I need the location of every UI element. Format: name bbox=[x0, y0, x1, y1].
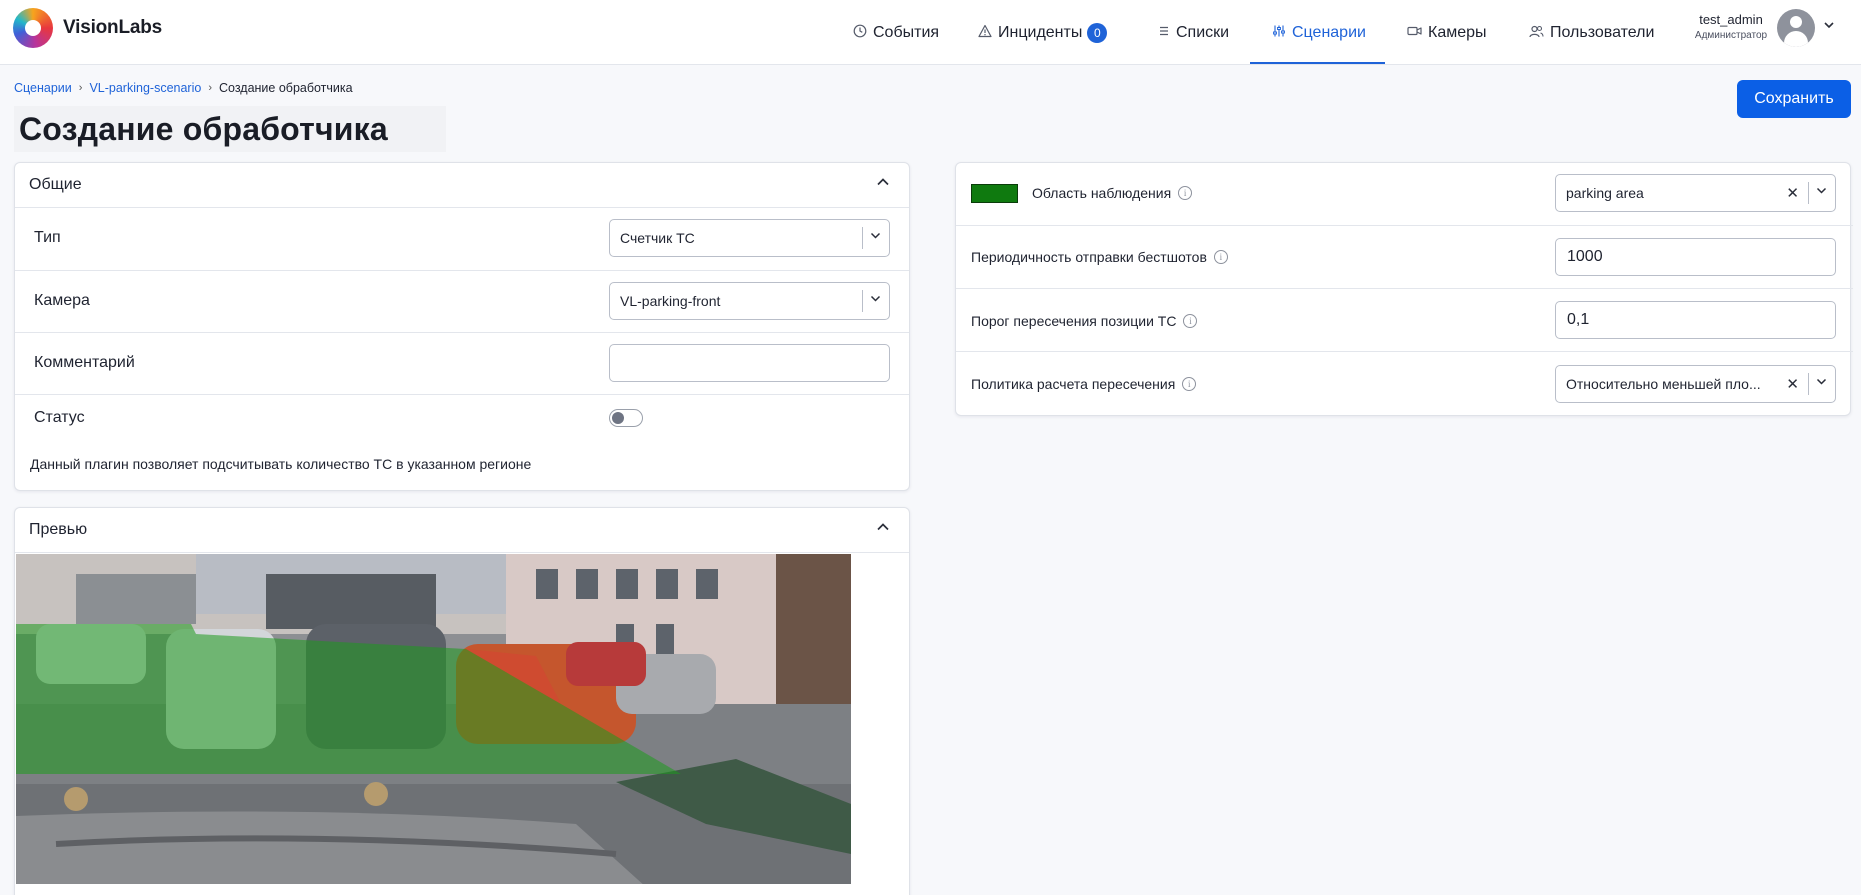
chevron-right-icon: › bbox=[78, 82, 83, 94]
general-card-header[interactable]: Общие bbox=[15, 163, 909, 208]
camera-select-value: VL-parking-front bbox=[620, 293, 721, 309]
user-name: test_admin bbox=[1699, 12, 1763, 27]
user-info[interactable]: test_admin Администратор bbox=[1683, 12, 1779, 41]
type-select[interactable]: Счетчик ТС bbox=[609, 219, 890, 257]
zone-row: Область наблюдения i parking area ✕ bbox=[956, 163, 1853, 226]
clear-icon[interactable]: ✕ bbox=[1786, 184, 1799, 202]
preview-card-title: Превью bbox=[29, 521, 88, 538]
zone-select-value: parking area bbox=[1566, 185, 1644, 201]
clock-icon bbox=[853, 24, 867, 41]
nav-item-events[interactable]: События bbox=[853, 0, 939, 65]
parking-lot-scene bbox=[16, 554, 851, 884]
chevron-down-icon[interactable] bbox=[1815, 375, 1828, 391]
nav-item-scenarios[interactable]: Сценарии bbox=[1272, 0, 1366, 65]
camera-preview-image[interactable] bbox=[16, 554, 851, 884]
bestshot-row: Периодичность отправки бестшотов i 1000 bbox=[956, 226, 1853, 289]
nav-item-label: Инциденты bbox=[998, 23, 1083, 41]
general-card: Общие Тип Счетчик ТС Камера VL-parking-f… bbox=[14, 162, 910, 491]
info-icon[interactable]: i bbox=[1178, 186, 1193, 200]
breadcrumb-link-scenario[interactable]: VL-parking-scenario bbox=[89, 81, 201, 95]
preview-card: Превью bbox=[14, 507, 910, 895]
nav-item-label: Камеры bbox=[1428, 23, 1487, 41]
policy-label: Политика расчета пересечения bbox=[971, 376, 1176, 392]
avatar[interactable] bbox=[1777, 9, 1815, 47]
page-title: Создание обработчика bbox=[14, 106, 446, 152]
comment-row: Комментарий bbox=[15, 333, 909, 395]
nav-item-label: События bbox=[873, 23, 940, 41]
camera-row: Камера VL-parking-front bbox=[15, 271, 909, 333]
info-icon[interactable]: i bbox=[1213, 250, 1228, 264]
comment-input[interactable] bbox=[609, 344, 890, 382]
bestshot-label: Периодичность отправки бестшотов bbox=[971, 249, 1207, 265]
status-row: Статус bbox=[15, 395, 909, 491]
chevron-up-icon[interactable] bbox=[875, 174, 891, 195]
chevron-down-icon[interactable] bbox=[1815, 184, 1828, 200]
plugin-description: Данный плагин позволяет подсчитывать кол… bbox=[30, 456, 532, 472]
user-role: Администратор bbox=[1694, 30, 1768, 41]
preview-card-header[interactable]: Превью bbox=[15, 508, 909, 553]
list-icon bbox=[1158, 25, 1170, 40]
visionlabs-logo-icon bbox=[13, 8, 53, 48]
brand-name: VisionLabs bbox=[63, 17, 163, 38]
type-row: Тип Счетчик ТС bbox=[15, 208, 909, 271]
status-label: Статус bbox=[34, 409, 85, 426]
active-tab-indicator bbox=[1250, 62, 1385, 64]
chevron-down-icon[interactable] bbox=[869, 229, 882, 245]
nav-item-label: Сценарии bbox=[1292, 23, 1366, 41]
breadcrumb-link-scenarios[interactable]: Сценарии bbox=[14, 81, 72, 95]
policy-row: Политика расчета пересечения i Относител… bbox=[956, 352, 1853, 416]
top-navigation-bar: VisionLabs События Инциденты 0 Списки Сц… bbox=[0, 0, 1861, 65]
chevron-up-icon[interactable] bbox=[875, 519, 891, 540]
users-icon bbox=[1529, 25, 1544, 41]
nav-item-lists[interactable]: Списки bbox=[1158, 0, 1229, 65]
threshold-input[interactable]: 0,1 bbox=[1555, 301, 1836, 339]
comment-label: Комментарий bbox=[34, 354, 135, 371]
type-select-value: Счетчик ТС bbox=[620, 230, 695, 246]
settings-card: Область наблюдения i parking area ✕ Пери… bbox=[955, 162, 1853, 416]
camera-select[interactable]: VL-parking-front bbox=[609, 282, 890, 320]
clear-icon[interactable]: ✕ bbox=[1786, 375, 1799, 393]
nav-item-label: Пользователи bbox=[1550, 23, 1655, 41]
policy-select[interactable]: Относительно меньшей пло... ✕ bbox=[1555, 365, 1836, 403]
breadcrumb: Сценарии › VL-parking-scenario › Создани… bbox=[14, 81, 353, 95]
nav-item-cameras[interactable]: Камеры bbox=[1407, 0, 1487, 65]
chevron-right-icon: › bbox=[208, 82, 212, 94]
info-icon[interactable]: i bbox=[1182, 377, 1197, 391]
zone-select[interactable]: parking area ✕ bbox=[1555, 174, 1836, 212]
nav-item-label: Списки bbox=[1176, 23, 1230, 41]
warning-icon bbox=[978, 24, 992, 41]
breadcrumb-current: Создание обработчика bbox=[218, 81, 353, 95]
chevron-down-icon[interactable] bbox=[1822, 18, 1836, 37]
type-label: Тип bbox=[34, 229, 61, 246]
status-toggle[interactable] bbox=[609, 409, 643, 427]
bestshot-interval-input[interactable]: 1000 bbox=[1555, 238, 1836, 276]
save-button[interactable]: Сохранить bbox=[1737, 80, 1851, 118]
nav-item-users[interactable]: Пользователи bbox=[1529, 0, 1654, 65]
camera-icon bbox=[1407, 25, 1422, 40]
sliders-icon bbox=[1272, 24, 1286, 41]
threshold-row: Порог пересечения позиции ТС i 0,1 bbox=[956, 289, 1853, 352]
chevron-down-icon[interactable] bbox=[869, 292, 882, 308]
threshold-label: Порог пересечения позиции ТС bbox=[971, 313, 1177, 329]
policy-select-value: Относительно меньшей пло... bbox=[1566, 376, 1761, 392]
general-card-title: Общие bbox=[29, 176, 82, 193]
zone-label: Область наблюдения bbox=[1032, 185, 1172, 201]
info-icon[interactable]: i bbox=[1183, 314, 1198, 328]
camera-label: Камера bbox=[34, 292, 90, 309]
nav-item-incidents[interactable]: Инциденты 0 bbox=[978, 0, 1108, 65]
zone-color-swatch[interactable] bbox=[971, 184, 1018, 203]
incidents-count-badge: 0 bbox=[1087, 22, 1108, 43]
brand-logo[interactable]: VisionLabs bbox=[13, 8, 162, 48]
